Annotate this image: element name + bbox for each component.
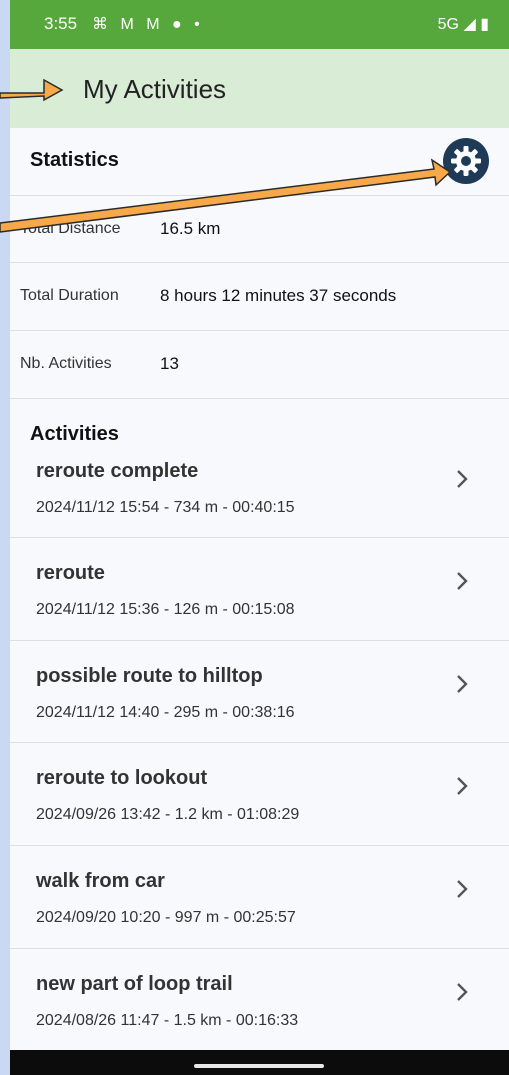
- chevron-right-icon: [457, 880, 468, 898]
- stat-value: 8 hours 12 minutes 37 seconds: [160, 286, 397, 305]
- stat-value: 13: [160, 354, 179, 373]
- app-bar: My Activities: [10, 49, 509, 128]
- status-time: 3:55: [44, 14, 78, 33]
- stat-row-total-distance: Total Distance 16.5 km: [10, 195, 509, 263]
- activity-meta: 2024/09/20 10:20 - 997 m - 00:25:57: [36, 909, 296, 926]
- stat-value: 16.5 km: [160, 219, 221, 238]
- phone-screen: 3:55 ⌘ M M ● • 5G ◢ ▮ My Activities Stat…: [10, 0, 509, 1075]
- stat-row-total-duration: Total Duration 8 hours 12 minutes 37 sec…: [10, 262, 509, 330]
- home-handle[interactable]: [194, 1064, 324, 1068]
- navigation-bar: [10, 1050, 509, 1075]
- activity-meta: 2024/11/12 14:40 - 295 m - 00:38:16: [36, 704, 295, 721]
- chevron-right-icon: [457, 572, 468, 590]
- network-status: 5G ◢ ▮: [437, 16, 489, 33]
- stat-label: Total Duration: [20, 287, 119, 304]
- activity-name: reroute: [36, 562, 105, 584]
- chevron-right-icon: [457, 983, 468, 1001]
- stat-label: Total Distance: [20, 220, 121, 237]
- activity-item[interactable]: reroute complete 2024/11/12 15:54 - 734 …: [10, 436, 509, 538]
- activity-item[interactable]: walk from car 2024/09/20 10:20 - 997 m -…: [10, 845, 509, 948]
- activity-name: walk from car: [36, 870, 165, 892]
- stat-row-activity-count: Nb. Activities 13: [10, 330, 509, 399]
- statistics-heading: Statistics: [30, 149, 119, 171]
- activity-meta: 2024/08/26 11:47 - 1.5 km - 00:16:33: [36, 1012, 299, 1029]
- notification-icons: ⌘ M M ● •: [92, 16, 204, 33]
- activity-meta: 2024/09/26 13:42 - 1.2 km - 01:08:29: [36, 806, 300, 823]
- settings-button[interactable]: [443, 138, 489, 184]
- activity-meta: 2024/11/12 15:36 - 126 m - 00:15:08: [36, 601, 295, 618]
- activity-name: new part of loop trail: [36, 973, 233, 995]
- activity-name: reroute to lookout: [36, 767, 208, 789]
- chevron-right-icon: [457, 777, 468, 795]
- status-bar: 3:55 ⌘ M M ● • 5G ◢ ▮: [10, 0, 509, 49]
- chevron-right-icon: [457, 470, 468, 488]
- activity-item[interactable]: possible route to hilltop 2024/11/12 14:…: [10, 640, 509, 743]
- activity-name: possible route to hilltop: [36, 665, 263, 687]
- activity-item[interactable]: reroute 2024/11/12 15:36 - 126 m - 00:15…: [10, 537, 509, 640]
- gear-icon: [451, 146, 481, 176]
- activity-name: reroute complete: [36, 460, 199, 482]
- activity-item[interactable]: reroute to lookout 2024/09/26 13:42 - 1.…: [10, 742, 509, 845]
- page-title: My Activities: [83, 74, 227, 104]
- activity-item[interactable]: new part of loop trail 2024/08/26 11:47 …: [10, 948, 509, 1051]
- chevron-right-icon: [457, 675, 468, 693]
- background-strip: [0, 0, 10, 1075]
- stat-label: Nb. Activities: [20, 355, 112, 372]
- activity-meta: 2024/11/12 15:54 - 734 m - 00:40:15: [36, 499, 295, 516]
